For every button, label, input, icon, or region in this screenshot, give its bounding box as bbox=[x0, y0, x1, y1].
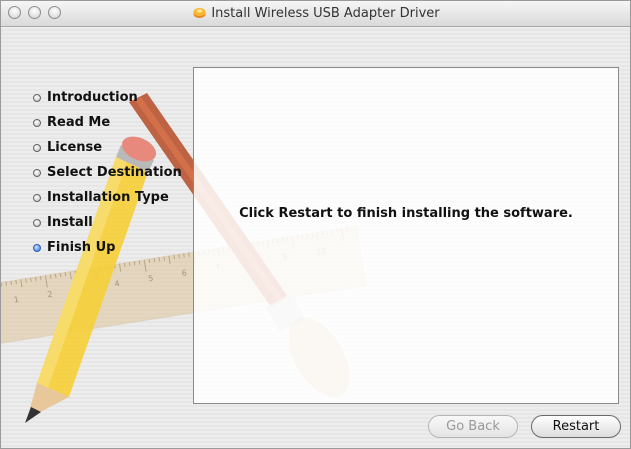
step-install: Install bbox=[33, 210, 182, 235]
step-read-me: Read Me bbox=[33, 110, 182, 135]
step-label: Read Me bbox=[47, 115, 111, 130]
package-icon bbox=[193, 8, 206, 18]
finish-message: Click Restart to finish installing the s… bbox=[239, 206, 573, 221]
step-label: Install bbox=[47, 215, 93, 230]
go-back-button[interactable]: Go Back bbox=[428, 415, 518, 438]
step-finish-up: Finish Up bbox=[33, 235, 182, 260]
installer-steps: Introduction Read Me License Select Dest… bbox=[33, 85, 182, 260]
step-label: Installation Type bbox=[47, 190, 169, 205]
step-installation-type: Installation Type bbox=[33, 185, 182, 210]
window-title: Install Wireless USB Adapter Driver bbox=[211, 6, 440, 21]
step-introduction: Introduction bbox=[33, 85, 182, 110]
step-license: License bbox=[33, 135, 182, 160]
step-bullet-icon bbox=[33, 93, 41, 102]
step-label: Introduction bbox=[47, 90, 138, 105]
window-title-container: Install Wireless USB Adapter Driver bbox=[1, 1, 630, 26]
step-label: License bbox=[47, 140, 103, 155]
step-bullet-icon bbox=[33, 143, 41, 152]
step-label: Select Destination bbox=[47, 165, 182, 180]
step-label: Finish Up bbox=[47, 240, 116, 255]
step-bullet-active-icon bbox=[33, 243, 41, 252]
restart-button[interactable]: Restart bbox=[531, 415, 621, 438]
step-bullet-icon bbox=[33, 218, 41, 227]
step-bullet-icon bbox=[33, 193, 41, 202]
content-panel: Click Restart to finish installing the s… bbox=[193, 67, 619, 404]
step-bullet-icon bbox=[33, 118, 41, 127]
title-bar[interactable]: Install Wireless USB Adapter Driver bbox=[1, 1, 630, 27]
step-select-destination: Select Destination bbox=[33, 160, 182, 185]
step-bullet-icon bbox=[33, 168, 41, 177]
installer-window: Install Wireless USB Adapter Driver 1234… bbox=[0, 0, 631, 449]
